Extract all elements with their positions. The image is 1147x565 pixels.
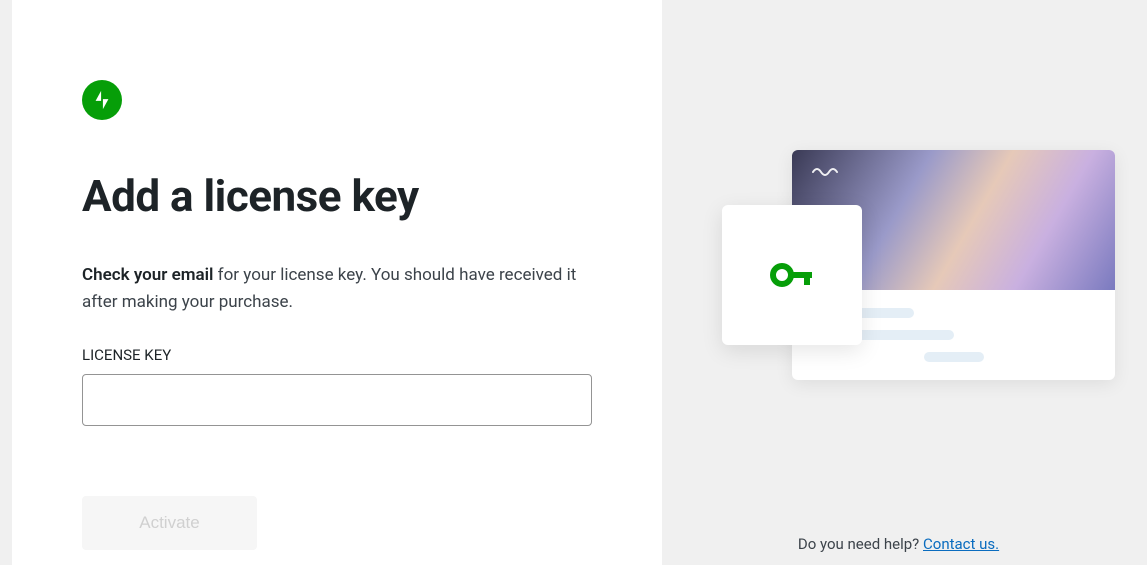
activate-button[interactable]: Activate <box>82 496 257 550</box>
jetpack-logo-icon <box>82 80 122 120</box>
license-key-label: LICENSE KEY <box>82 346 592 364</box>
license-key-input[interactable] <box>82 374 592 426</box>
page-title: Add a license key <box>82 170 592 222</box>
squiggle-icon <box>812 166 840 176</box>
illustration <box>722 150 1115 410</box>
contact-us-link[interactable]: Contact us. <box>923 535 999 553</box>
instruction-text: Check your email for your license key. Y… <box>82 262 582 316</box>
help-question: Do you need help? <box>798 535 923 553</box>
instruction-bold: Check your email <box>82 265 213 285</box>
illustration-key-card <box>722 205 862 345</box>
help-line: Do you need help? Contact us. <box>662 535 1135 553</box>
key-icon <box>768 251 816 299</box>
